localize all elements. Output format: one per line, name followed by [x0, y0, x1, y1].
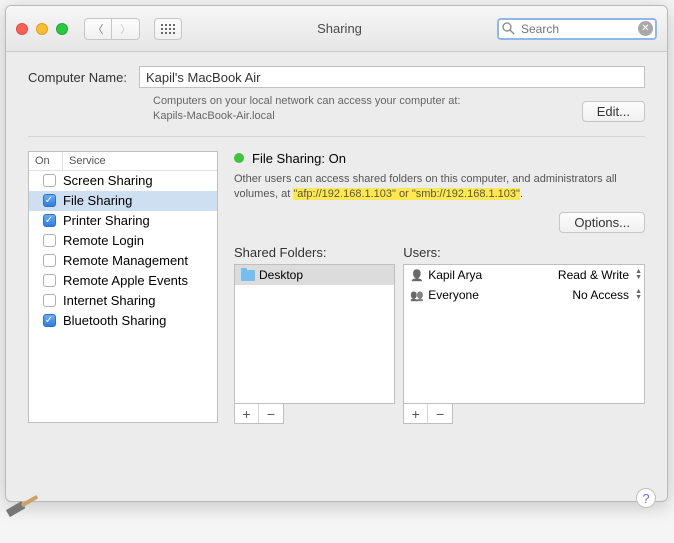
- services-list: On Service Screen Sharing File Sharing Pri…: [28, 151, 218, 423]
- zoom-icon[interactable]: [56, 23, 68, 35]
- person-icon: 👤: [410, 269, 424, 282]
- folder-icon: [241, 270, 255, 281]
- service-label: Remote Apple Events: [63, 273, 217, 288]
- user-item[interactable]: 👥 Everyone No Access ▲▼: [404, 285, 644, 305]
- services-header: On Service: [29, 152, 217, 171]
- close-icon[interactable]: [16, 23, 28, 35]
- computer-name-label: Computer Name:: [28, 70, 127, 85]
- service-item[interactable]: File Sharing: [29, 191, 217, 211]
- chevron-left-icon: 〈: [93, 21, 104, 37]
- add-folder-button[interactable]: +: [235, 404, 259, 423]
- permission-stepper[interactable]: ▲▼: [635, 269, 642, 281]
- header-service[interactable]: Service: [63, 152, 217, 170]
- service-item[interactable]: Screen Sharing: [29, 171, 217, 191]
- service-item[interactable]: Printer Sharing: [29, 211, 217, 231]
- user-permission[interactable]: Read & Write: [558, 268, 629, 282]
- computer-name-row: Computer Name:: [28, 66, 645, 88]
- service-checkbox[interactable]: [43, 274, 56, 287]
- users-header: Users:: [403, 245, 645, 260]
- detail-panel: File Sharing: On Other users can access …: [234, 151, 645, 425]
- main-row: On Service Screen Sharing File Sharing Pri…: [28, 151, 645, 425]
- permission-stepper[interactable]: ▲▼: [635, 289, 642, 301]
- services-panel: On Service Screen Sharing File Sharing Pri…: [28, 151, 218, 425]
- chevron-right-icon: 〉: [120, 21, 131, 37]
- users-footer: + −: [403, 404, 453, 424]
- service-checkbox[interactable]: [43, 214, 56, 227]
- service-label: Remote Management: [63, 253, 217, 268]
- search-icon: [502, 22, 515, 40]
- service-item[interactable]: Remote Login: [29, 231, 217, 251]
- folder-item[interactable]: Desktop: [235, 265, 394, 285]
- back-button[interactable]: 〈: [84, 18, 112, 40]
- status-indicator-icon: [234, 153, 244, 163]
- forward-button: 〉: [112, 18, 140, 40]
- options-button[interactable]: Options...: [559, 212, 645, 233]
- service-checkbox[interactable]: [43, 294, 56, 307]
- chevron-down-icon[interactable]: ▼: [635, 295, 642, 301]
- remove-folder-button[interactable]: −: [259, 404, 283, 423]
- edit-button[interactable]: Edit...: [582, 101, 645, 122]
- desc-addresses: "afp://192.168.1.103" or "smb://192.168.…: [293, 188, 520, 200]
- service-label: Bluetooth Sharing: [63, 313, 217, 328]
- service-checkbox[interactable]: [43, 314, 56, 327]
- sharing-preferences-window: 〈 〉 Sharing ✕ Computer Name: Computers o…: [5, 5, 668, 502]
- folder-label: Desktop: [259, 268, 303, 282]
- grid-icon: [161, 24, 175, 34]
- service-checkbox[interactable]: [43, 174, 56, 187]
- user-item[interactable]: 👤 Kapil Arya Read & Write ▲▼: [404, 265, 644, 285]
- remove-user-button[interactable]: −: [428, 404, 452, 423]
- minimize-icon[interactable]: [36, 23, 48, 35]
- shared-folders-header: Shared Folders:: [234, 245, 395, 260]
- service-item[interactable]: Bluetooth Sharing: [29, 311, 217, 331]
- status-line: File Sharing: On: [234, 151, 645, 166]
- show-all-button[interactable]: [154, 18, 182, 40]
- group-icon: 👥: [410, 289, 424, 302]
- status-description: Other users can access shared folders on…: [234, 172, 645, 203]
- service-checkbox[interactable]: [43, 234, 56, 247]
- user-name: Everyone: [428, 288, 568, 302]
- header-on[interactable]: On: [29, 152, 63, 170]
- service-checkbox[interactable]: [43, 194, 56, 207]
- desc-post: .: [520, 188, 523, 200]
- status-title: File Sharing: On: [252, 151, 346, 166]
- nav-buttons: 〈 〉: [84, 18, 140, 40]
- divider: [28, 136, 645, 137]
- search-field-wrap: ✕: [497, 18, 657, 40]
- service-item[interactable]: Internet Sharing: [29, 291, 217, 311]
- clear-search-button[interactable]: ✕: [638, 21, 653, 36]
- user-name: Kapil Arya: [428, 268, 554, 282]
- users-column: Users: 👤 Kapil Arya Read & Write ▲▼ 👥 Everyon…: [403, 245, 645, 424]
- service-checkbox[interactable]: [43, 254, 56, 267]
- content-area: Computer Name: Computers on your local n…: [6, 52, 667, 442]
- service-label: File Sharing: [63, 193, 217, 208]
- service-item[interactable]: Remote Management: [29, 251, 217, 271]
- shared-folders-column: Shared Folders: Desktop + −: [234, 245, 395, 424]
- search-input[interactable]: [497, 18, 657, 40]
- help-button[interactable]: ?: [636, 488, 656, 502]
- service-label: Remote Login: [63, 233, 217, 248]
- chevron-down-icon[interactable]: ▼: [635, 275, 642, 281]
- user-permission[interactable]: No Access: [572, 288, 629, 302]
- service-label: Internet Sharing: [63, 293, 217, 308]
- service-label: Printer Sharing: [63, 213, 217, 228]
- subtext-line1: Computers on your local network can acce…: [153, 95, 461, 107]
- shared-folders-footer: + −: [234, 404, 284, 424]
- service-item[interactable]: Remote Apple Events: [29, 271, 217, 291]
- computer-name-input[interactable]: [139, 66, 645, 88]
- computer-name-subtext-row: Computers on your local network can acce…: [28, 94, 645, 124]
- service-label: Screen Sharing: [63, 173, 217, 188]
- shared-folders-list[interactable]: Desktop: [234, 264, 395, 404]
- computer-name-subtext: Computers on your local network can acce…: [153, 94, 582, 124]
- add-user-button[interactable]: +: [404, 404, 428, 423]
- subtext-line2: Kapils-MacBook-Air.local: [153, 110, 275, 122]
- titlebar: 〈 〉 Sharing ✕: [6, 6, 667, 52]
- traffic-lights: [16, 23, 68, 35]
- folders-users-row: Shared Folders: Desktop + − Users: 👤 Kapi…: [234, 245, 645, 424]
- window-title: Sharing: [190, 21, 489, 36]
- users-list[interactable]: 👤 Kapil Arya Read & Write ▲▼ 👥 Everyone No Acc…: [403, 264, 645, 404]
